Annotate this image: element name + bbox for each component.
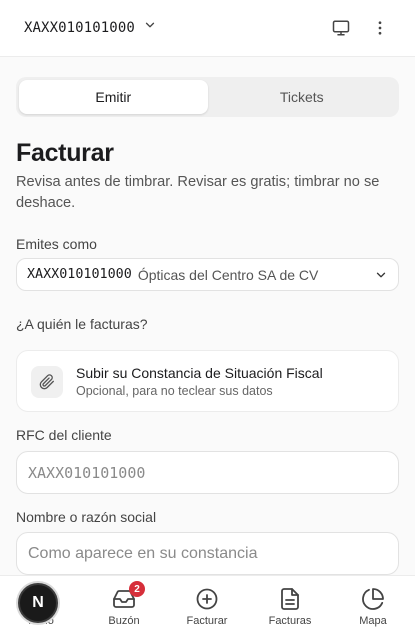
nav-item-label: Facturar	[186, 615, 228, 627]
nav-item-facturar[interactable]: Facturar	[172, 576, 242, 640]
upload-hint: Opcional, para no teclear sus datos	[76, 384, 273, 398]
client-name-input[interactable]	[16, 532, 399, 575]
issuer-select[interactable]: XAXX010101000 Ópticas del Centro SA de C…	[16, 258, 399, 291]
nav-item-label: Mapa	[359, 615, 387, 627]
page-subtitle: Revisa antes de timbrar. Revisar es grat…	[16, 174, 380, 211]
assistant-avatar-button[interactable]: N	[18, 583, 58, 623]
upload-constancia-button[interactable]: Subir su Constancia de Situación Fiscal …	[16, 350, 399, 412]
page-title: Facturar	[16, 139, 114, 167]
inbox-icon: 2	[112, 581, 145, 611]
nav-item-label: Facturas	[268, 615, 312, 627]
issuer-rfc: XAXX010101000	[27, 267, 132, 282]
upload-title: Subir su Constancia de Situación Fiscal	[76, 365, 323, 381]
chevron-down-icon	[143, 18, 157, 37]
plus-circle-icon	[195, 587, 219, 611]
top-bar: XAXX010101000	[0, 0, 415, 57]
issuer-label: Emites como	[16, 236, 97, 252]
mode-tabs: Emitir Tickets	[16, 77, 399, 117]
nav-item-mapa[interactable]: Mapa	[338, 576, 408, 640]
client-name-label: Nombre o razón social	[16, 509, 157, 525]
chevron-down-icon	[374, 268, 388, 287]
nav-item-buzon[interactable]: 2 Buzón	[89, 576, 159, 640]
tab-tickets[interactable]: Tickets	[208, 80, 397, 114]
paperclip-icon	[31, 366, 63, 398]
file-text-icon	[278, 587, 302, 611]
pie-chart-icon	[361, 587, 385, 611]
issuer-name: Ópticas del Centro SA de CV	[137, 266, 319, 283]
nav-item-label: Buzón	[108, 615, 140, 627]
client-rfc-label: RFC del cliente	[16, 427, 112, 443]
tab-emitir[interactable]: Emitir	[19, 80, 208, 114]
recipient-label: ¿A quién le facturas?	[16, 316, 148, 332]
more-vertical-icon[interactable]	[368, 16, 392, 40]
bottom-nav: Inicio 2 Buzón Facturar Facturas Mapa	[0, 575, 415, 640]
notification-badge: 2	[129, 581, 145, 597]
rfc-switcher[interactable]: XAXX010101000	[24, 18, 157, 37]
monitor-icon[interactable]	[329, 16, 353, 40]
nav-item-facturas[interactable]: Facturas	[255, 576, 325, 640]
client-rfc-input[interactable]	[16, 451, 399, 494]
rfc-switcher-label: XAXX010101000	[24, 19, 135, 36]
